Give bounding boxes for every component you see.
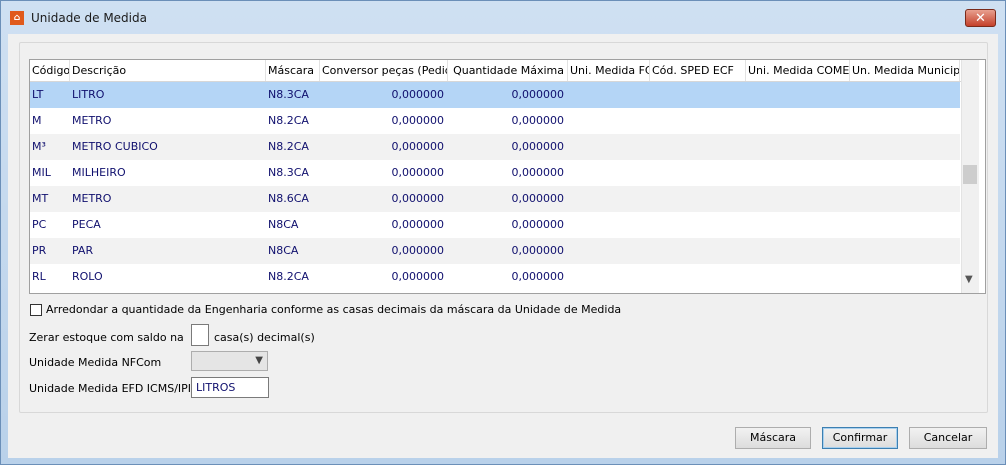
cell-qtd-max: 0,000000 bbox=[511, 88, 565, 101]
cell-conversor: 0,000000 bbox=[391, 218, 445, 231]
cell-conversor: 0,000000 bbox=[391, 270, 445, 283]
efd-input[interactable] bbox=[191, 377, 269, 398]
cell-mascara: N8.2CA bbox=[268, 114, 309, 127]
cell-qtd-max: 0,000000 bbox=[511, 114, 565, 127]
cell-codigo: MIL bbox=[32, 166, 51, 179]
chevron-down-icon[interactable]: ▼ bbox=[965, 274, 973, 285]
arredondar-checkbox[interactable] bbox=[30, 304, 42, 316]
cell-descricao: LITRO bbox=[72, 88, 105, 101]
cell-codigo: MT bbox=[32, 192, 49, 205]
confirmar-button[interactable]: Confirmar bbox=[822, 427, 898, 449]
client-area: Código Descrição Máscara Conversor peças… bbox=[8, 34, 998, 458]
cell-codigo: PR bbox=[32, 244, 47, 257]
col-header-qtd-max[interactable]: Quantidade Máxima bbox=[448, 60, 568, 81]
table-row[interactable]: M METRO N8.2CA 0,000000 0,000000 bbox=[30, 108, 960, 134]
cell-mascara: N8CA bbox=[268, 218, 299, 231]
cell-conversor: 0,000000 bbox=[391, 140, 445, 153]
vertical-scrollbar[interactable]: ▼ bbox=[961, 60, 979, 293]
zerar-label: Zerar estoque com saldo na bbox=[29, 331, 184, 344]
cell-qtd-max: 0,000000 bbox=[511, 244, 565, 257]
efd-label: Unidade Medida EFD ICMS/IPI bbox=[29, 382, 192, 395]
title-bar[interactable]: ⌂ Unidade de Medida ✕ bbox=[1, 1, 1005, 35]
dialog-window: ⌂ Unidade de Medida ✕ Código Descrição M… bbox=[0, 0, 1006, 465]
table-row[interactable]: MT METRO N8.6CA 0,000000 0,000000 bbox=[30, 186, 960, 212]
cell-codigo: M bbox=[32, 114, 42, 127]
cell-mascara: N8.3CA bbox=[268, 88, 309, 101]
cell-qtd-max: 0,000000 bbox=[511, 140, 565, 153]
cell-descricao: PECA bbox=[72, 218, 101, 231]
cell-descricao: MILHEIRO bbox=[72, 166, 126, 179]
table-row[interactable]: PR PAR N8CA 0,000000 0,000000 bbox=[30, 238, 960, 264]
app-icon: ⌂ bbox=[10, 11, 24, 25]
cell-qtd-max: 0,000000 bbox=[511, 270, 565, 283]
zerar-suffix-label: casa(s) decimal(s) bbox=[214, 331, 315, 344]
cell-conversor: 0,000000 bbox=[391, 166, 445, 179]
table-row[interactable]: LT LITRO N8.3CA 0,000000 0,000000 bbox=[30, 82, 960, 108]
col-header-conversor[interactable]: Conversor peças (Pedido) bbox=[320, 60, 448, 81]
col-header-municipal[interactable]: Un. Medida Municipal bbox=[850, 60, 960, 81]
cell-conversor: 0,000000 bbox=[391, 244, 445, 257]
col-header-sped-ecf[interactable]: Cód. SPED ECF bbox=[650, 60, 746, 81]
cell-codigo: LT bbox=[32, 88, 44, 101]
cell-descricao: METRO CUBICO bbox=[72, 140, 158, 153]
cell-mascara: N8CA bbox=[268, 244, 299, 257]
cell-codigo: RL bbox=[32, 270, 46, 283]
window-title: Unidade de Medida bbox=[31, 11, 147, 25]
table-row[interactable]: RL ROLO N8.2CA 0,000000 0,000000 bbox=[30, 264, 960, 290]
cell-mascara: N8.3CA bbox=[268, 166, 309, 179]
table-row[interactable]: M³ METRO CUBICO N8.2CA 0,000000 0,000000 bbox=[30, 134, 960, 160]
arredondar-label[interactable]: Arredondar a quantidade da Engenharia co… bbox=[46, 303, 621, 316]
cell-codigo: M³ bbox=[32, 140, 46, 153]
cell-qtd-max: 0,000000 bbox=[511, 192, 565, 205]
col-header-descricao[interactable]: Descrição bbox=[70, 60, 266, 81]
cell-codigo: PC bbox=[32, 218, 47, 231]
cell-conversor: 0,000000 bbox=[391, 88, 445, 101]
cell-descricao: METRO bbox=[72, 114, 112, 127]
cell-mascara: N8.2CA bbox=[268, 270, 309, 283]
units-grid[interactable]: Código Descrição Máscara Conversor peças… bbox=[29, 59, 986, 294]
scrollbar-thumb[interactable] bbox=[963, 165, 977, 184]
cell-conversor: 0,000000 bbox=[391, 192, 445, 205]
close-button[interactable]: ✕ bbox=[965, 9, 996, 27]
table-row[interactable]: MIL MILHEIRO N8.3CA 0,000000 0,000000 bbox=[30, 160, 960, 186]
table-row[interactable]: PC PECA N8CA 0,000000 0,000000 bbox=[30, 212, 960, 238]
cell-descricao: METRO bbox=[72, 192, 112, 205]
mascara-button[interactable]: Máscara bbox=[735, 427, 811, 449]
grid-header: Código Descrição Máscara Conversor peças… bbox=[30, 60, 966, 82]
cancelar-button[interactable]: Cancelar bbox=[909, 427, 987, 449]
col-header-mascara[interactable]: Máscara bbox=[266, 60, 320, 81]
cell-qtd-max: 0,000000 bbox=[511, 166, 565, 179]
cell-descricao: ROLO bbox=[72, 270, 103, 283]
col-header-codigo[interactable]: Código bbox=[30, 60, 70, 81]
cell-qtd-max: 0,000000 bbox=[511, 218, 565, 231]
cell-descricao: PAR bbox=[72, 244, 94, 257]
col-header-comex[interactable]: Uni. Medida COMEX bbox=[746, 60, 850, 81]
cell-conversor: 0,000000 bbox=[391, 114, 445, 127]
nfcom-label: Unidade Medida NFCom bbox=[29, 356, 162, 369]
chevron-down-icon: ▼ bbox=[255, 355, 263, 366]
cell-mascara: N8.2CA bbox=[268, 140, 309, 153]
nfcom-select[interactable]: ▼ bbox=[191, 351, 268, 371]
cell-mascara: N8.6CA bbox=[268, 192, 309, 205]
col-header-fci[interactable]: Uni. Medida FCI bbox=[568, 60, 650, 81]
zerar-casas-input[interactable] bbox=[191, 324, 209, 346]
